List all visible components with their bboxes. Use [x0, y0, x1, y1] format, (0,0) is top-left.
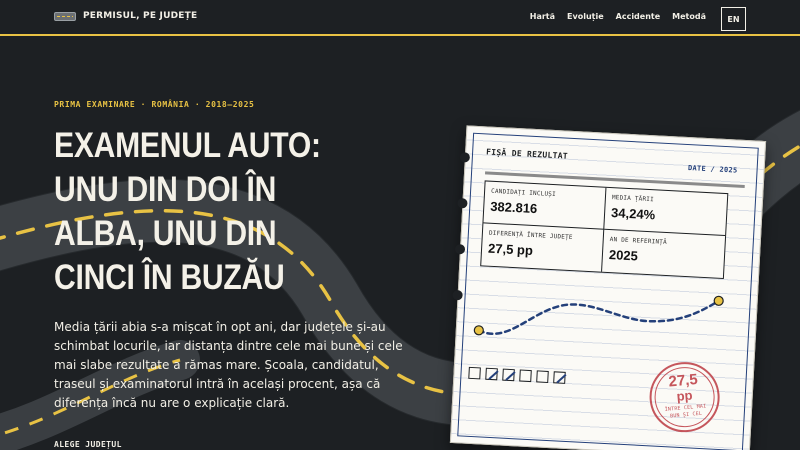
stat-value: 27,5 pp [487, 240, 534, 259]
headline-line: UNU DIN DOI ÎN [54, 170, 277, 209]
stamp-caption-line: BUN ȘI CEL [669, 410, 703, 420]
headline-line: EXAMENUL AUTO: [54, 126, 321, 165]
stat-label: MEDIA ȚĂRII [611, 194, 655, 204]
checkbox-mark [468, 366, 481, 380]
stat-value: 2025 [608, 247, 639, 264]
language-toggle-button[interactable]: EN [721, 7, 746, 31]
stat-label: AN DE REFERINȚĂ [609, 236, 668, 247]
nav-link-metoda[interactable]: Metodă [672, 12, 706, 21]
main-nav: Hartă Evoluție Accidente Metodă [530, 12, 706, 21]
headline-line: ALBA, UNU DIN [54, 214, 277, 253]
page-title: EXAMENUL AUTO: UNU DIN DOI ÎN ALBA, UNU … [54, 124, 338, 300]
nav-link-accidente[interactable]: Accidente [616, 12, 661, 21]
stamp-caption: ÎNTRE CEL MAI BUN ȘI CEL [652, 402, 719, 422]
road-logo-icon [54, 11, 76, 21]
stamp-value: 27,5 [667, 370, 699, 391]
brand[interactable]: PERMISUL, PE JUDEȚE [54, 11, 197, 21]
route-line [477, 299, 720, 336]
binder-hole [452, 289, 463, 301]
stat-cell: AN DE REFERINȚĂ 2025 [602, 230, 725, 278]
nav-link-harta[interactable]: Hartă [530, 12, 555, 21]
binder-hole [454, 243, 466, 255]
hero-kicker: PRIMA EXAMINARE · ROMÂNIA · 2018–2025 [54, 100, 255, 109]
headline-line: CINCI ÎN BUZĂU [54, 258, 285, 297]
result-card: FIȘĂ DE REZULTAT DATE / 2025 CANDIDAȚI I… [449, 125, 767, 450]
checkbox-mark [502, 368, 515, 382]
checkbox-mark [553, 371, 566, 384]
stat-cell: CANDIDAȚI INCLUȘI 382.816 [483, 181, 607, 230]
route-end-marker [713, 295, 724, 306]
stat-value: 382.816 [489, 198, 538, 217]
route-start-marker [473, 325, 484, 336]
binder-hole [459, 152, 471, 163]
stamp-unit: pp [675, 387, 694, 404]
top-bar: PERMISUL, PE JUDEȚE Hartă Evoluție Accid… [0, 0, 800, 36]
hero-lead: Media țării abia s-a mișcat în opt ani, … [54, 320, 403, 410]
checkbox-mark [536, 370, 549, 383]
stats-grid: CANDIDAȚI INCLUȘI 382.816 MEDIA ȚĂRII 34… [480, 180, 729, 280]
result-card-paper: FIȘĂ DE REZULTAT DATE / 2025 CANDIDAȚI I… [449, 125, 767, 450]
stat-cell: MEDIA ȚĂRII 34,24% [604, 187, 728, 237]
nav-link-evolutie[interactable]: Evoluție [567, 12, 604, 21]
stat-cell: DIFERENȚĂ ÎNTRE JUDEȚE 27,5 pp [481, 223, 605, 272]
stat-value: 34,24% [610, 205, 656, 223]
checkbox-mark [485, 367, 498, 381]
stamp-caption-line: ÎNTRE CEL MAI [664, 403, 707, 413]
stat-label: CANDIDAȚI INCLUȘI [490, 187, 557, 199]
binder-hole [457, 198, 468, 209]
brand-name: PERMISUL, PE JUDEȚE [83, 11, 198, 21]
checkbox-mark [519, 369, 532, 383]
stat-label: DIFERENȚĂ ÎNTRE JUDEȚE [488, 229, 573, 242]
county-select-label[interactable]: ALEGE JUDEȚUL [54, 440, 122, 449]
